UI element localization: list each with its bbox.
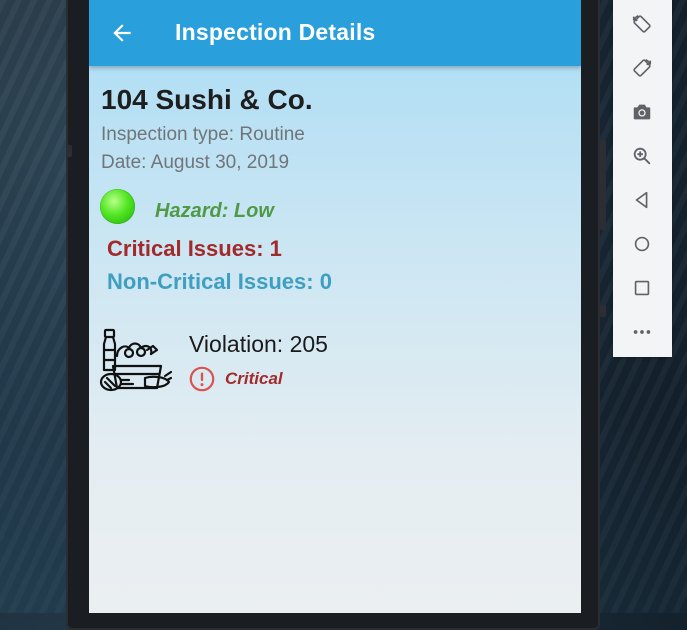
- more-icon[interactable]: [627, 317, 657, 347]
- inspection-date: Date: August 30, 2019: [101, 152, 290, 173]
- volume-button: [600, 140, 606, 230]
- restaurant-name: 104 Sushi & Co.: [101, 84, 313, 115]
- app-screen: Inspection Details 104 Sushi & Co. Inspe…: [89, 0, 581, 613]
- groceries-icon: [99, 328, 173, 392]
- app-bar: Inspection Details: [89, 0, 581, 66]
- emulator-toolbar: [613, 0, 672, 357]
- rotate-left-icon[interactable]: [627, 9, 657, 39]
- critical-issues-count: Critical Issues: 1: [107, 236, 282, 261]
- rotate-right-icon[interactable]: [627, 53, 657, 83]
- hazard-level-indicator: [100, 189, 135, 224]
- non-critical-issues-count: Non-Critical Issues: 0: [107, 269, 332, 294]
- home-icon[interactable]: [627, 229, 657, 259]
- violation-number: Violation: 205: [189, 331, 328, 357]
- power-button: [600, 305, 606, 317]
- alert-circle-icon: [189, 366, 215, 392]
- camera-icon[interactable]: [627, 97, 657, 127]
- back-icon[interactable]: [627, 185, 657, 215]
- overview-icon[interactable]: [627, 273, 657, 303]
- violation-list-item[interactable]: Violation: 205 Critical: [99, 326, 569, 398]
- phone-side-button: [66, 145, 72, 157]
- violation-severity: Critical: [225, 369, 283, 388]
- back-arrow-icon[interactable]: [109, 20, 135, 46]
- hazard-label: Hazard: Low: [155, 200, 274, 222]
- page-title: Inspection Details: [175, 19, 376, 45]
- zoom-icon[interactable]: [627, 141, 657, 171]
- inspection-type: Inspection type: Routine: [101, 124, 305, 145]
